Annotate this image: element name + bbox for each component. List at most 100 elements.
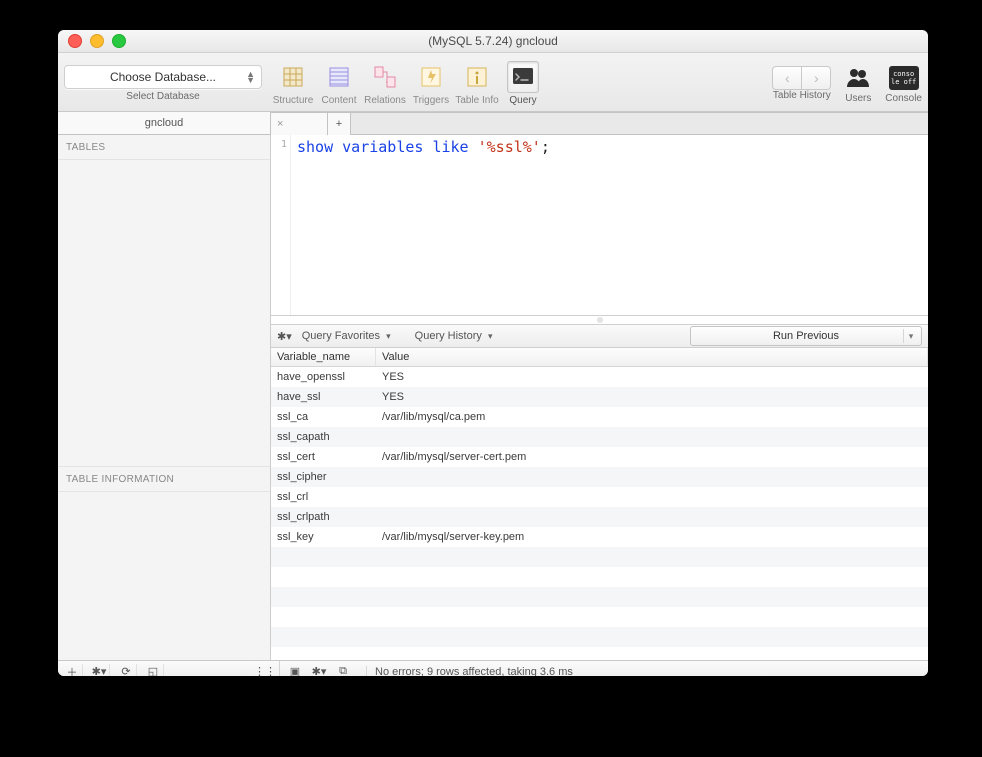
relations-tool[interactable]: Relations xyxy=(362,61,408,106)
select-database-caption: Select Database xyxy=(126,91,199,102)
query-favorites-button[interactable]: Query Favorites ▾ xyxy=(302,330,391,342)
history-forward-button[interactable]: › xyxy=(802,66,831,90)
cell-variable-name: ssl_cipher xyxy=(271,467,376,487)
table-row[interactable] xyxy=(271,547,928,567)
table-row[interactable] xyxy=(271,627,928,647)
structure-tool[interactable]: Structure xyxy=(270,61,316,106)
gear-button[interactable]: ✱▾ xyxy=(89,664,110,677)
cell-variable-name xyxy=(271,607,376,627)
relations-label: Relations xyxy=(364,95,406,106)
query-tab-1[interactable]: × xyxy=(271,113,328,135)
cell-value xyxy=(376,507,928,527)
connection-tabs: gncloud × + xyxy=(58,112,928,135)
table-row[interactable]: ssl_crl xyxy=(271,487,928,507)
cell-variable-name: have_ssl xyxy=(271,387,376,407)
run-previous-label: Run Previous xyxy=(773,330,839,342)
triggers-tool[interactable]: Triggers xyxy=(408,61,454,106)
console-tool[interactable]: console off Console xyxy=(885,63,922,104)
image-preview-button[interactable]: ▣ xyxy=(286,665,304,676)
run-previous-button[interactable]: Run Previous ▾ xyxy=(690,326,922,346)
titlebar[interactable]: (MySQL 5.7.24) gncloud xyxy=(58,30,928,53)
cell-value xyxy=(376,487,928,507)
cell-value xyxy=(376,567,928,587)
collapse-button[interactable]: ◱ xyxy=(143,664,164,677)
table-row[interactable]: ssl_capath xyxy=(271,427,928,447)
select-updown-icon: ▲▼ xyxy=(246,71,255,83)
add-query-tab-button[interactable]: + xyxy=(328,113,351,135)
triggers-label: Triggers xyxy=(413,95,449,106)
table-info-icon xyxy=(461,61,493,93)
table-row[interactable] xyxy=(271,587,928,607)
editor-gutter: 1 xyxy=(271,135,291,315)
column-header-value[interactable]: Value xyxy=(376,348,928,367)
status-bar: ＋ ✱▾ ⟳ ◱ ⋮⋮ ▣ ✱▾ ⧉ No errors; 9 rows aff… xyxy=(58,660,928,676)
table-info-tool[interactable]: Table Info xyxy=(454,61,500,106)
sidebar: TABLES TABLE INFORMATION xyxy=(58,135,271,660)
table-info-header: TABLE INFORMATION xyxy=(58,466,270,492)
table-row[interactable] xyxy=(271,607,928,627)
table-row[interactable]: ssl_key/var/lib/mysql/server-key.pem xyxy=(271,527,928,547)
sql-editor[interactable]: 1 show variables like '%ssl%'; xyxy=(271,135,928,316)
history-back-button[interactable]: ‹ xyxy=(772,66,802,90)
connection-tab-label: gncloud xyxy=(145,117,184,129)
cell-value: /var/lib/mysql/ca.pem xyxy=(376,407,928,427)
users-tool[interactable]: Users xyxy=(843,63,873,104)
table-row[interactable]: have_opensslYES xyxy=(271,367,928,388)
choose-database-select[interactable]: Choose Database... ▲▼ xyxy=(64,65,262,89)
cell-variable-name: ssl_key xyxy=(271,527,376,547)
query-tabs-strip: × + xyxy=(271,112,928,134)
cell-variable-name: ssl_crlpath xyxy=(271,507,376,527)
results-settings-button[interactable]: ✱▾ xyxy=(310,665,328,676)
connection-tab-gncloud[interactable]: gncloud xyxy=(58,112,271,134)
column-header-variable-name[interactable]: Variable_name xyxy=(271,348,376,367)
pane-toggle-button[interactable]: ⋮⋮ xyxy=(255,664,275,677)
plus-icon: + xyxy=(336,118,342,130)
tables-list[interactable] xyxy=(58,160,270,466)
cell-value xyxy=(376,627,928,647)
copy-button[interactable]: ⧉ xyxy=(334,665,352,676)
table-row[interactable]: ssl_cipher xyxy=(271,467,928,487)
cell-variable-name: ssl_crl xyxy=(271,487,376,507)
cell-value xyxy=(376,647,928,660)
cell-variable-name xyxy=(271,547,376,567)
table-row[interactable] xyxy=(271,567,928,587)
table-row[interactable]: ssl_cert/var/lib/mysql/server-cert.pem xyxy=(271,447,928,467)
add-button[interactable]: ＋ xyxy=(62,664,83,677)
content-tool[interactable]: Content xyxy=(316,61,362,106)
cell-variable-name xyxy=(271,627,376,647)
triggers-icon xyxy=(415,61,447,93)
cell-variable-name xyxy=(271,567,376,587)
close-tab-icon[interactable]: × xyxy=(277,118,283,130)
cell-value xyxy=(376,587,928,607)
editor-code[interactable]: show variables like '%ssl%'; xyxy=(291,135,928,315)
query-toolbar: ✱▾ Query Favorites ▾ Query History ▾ Run… xyxy=(271,325,928,348)
cell-variable-name: ssl_capath xyxy=(271,427,376,447)
cell-variable-name: ssl_cert xyxy=(271,447,376,467)
table-row[interactable]: have_sslYES xyxy=(271,387,928,407)
table-history-nav: ‹ › xyxy=(772,66,831,90)
choose-database-label: Choose Database... xyxy=(110,70,216,84)
cell-value xyxy=(376,547,928,567)
refresh-button[interactable]: ⟳ xyxy=(116,664,137,677)
cell-value xyxy=(376,427,928,447)
table-history-label: Table History xyxy=(773,90,831,101)
console-icon: console off xyxy=(889,63,919,93)
query-settings-button[interactable]: ✱▾ xyxy=(277,330,292,343)
table-row[interactable] xyxy=(271,647,928,660)
results-table[interactable]: Variable_name Value have_opensslYEShave_… xyxy=(271,348,928,660)
status-message: No errors; 9 rows affected, taking 3.6 m… xyxy=(366,666,573,677)
cell-variable-name xyxy=(271,587,376,607)
table-row[interactable]: ssl_ca/var/lib/mysql/ca.pem xyxy=(271,407,928,427)
run-dropdown-button[interactable]: ▾ xyxy=(903,329,918,343)
table-row[interactable]: ssl_crlpath xyxy=(271,507,928,527)
cell-variable-name xyxy=(271,647,376,660)
editor-resize-handle[interactable] xyxy=(271,316,928,325)
content-icon xyxy=(323,61,355,93)
query-tool[interactable]: Query xyxy=(500,61,546,106)
users-label: Users xyxy=(845,93,871,104)
table-info-panel xyxy=(58,492,270,660)
query-history-button[interactable]: Query History ▾ xyxy=(415,330,493,342)
users-icon xyxy=(843,63,873,93)
app-window: (MySQL 5.7.24) gncloud Choose Database..… xyxy=(58,30,928,676)
toolbar: Choose Database... ▲▼ Select Database St… xyxy=(58,53,928,112)
